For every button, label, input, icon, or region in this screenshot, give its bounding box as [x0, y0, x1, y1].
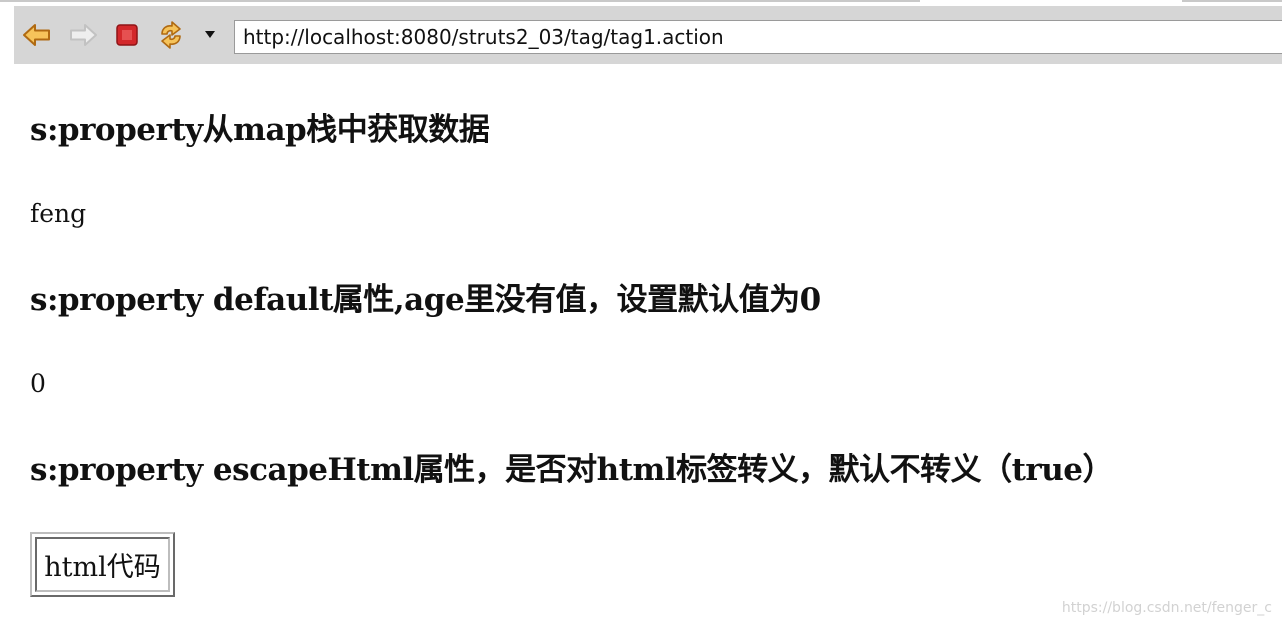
tab-strip-line: [0, 0, 920, 2]
browser-toolbar: [14, 6, 1282, 64]
forward-arrow-icon: [70, 24, 97, 46]
tab-strip-line: [1182, 0, 1282, 2]
section-heading-escape-html: s:property escapeHtml属性，是否对html标签转义，默认不转…: [30, 452, 1114, 488]
section-heading-default-attr: s:property default属性,age里没有值，设置默认值为0: [30, 282, 821, 318]
back-button[interactable]: [20, 18, 54, 52]
map-stack-value: feng: [30, 199, 87, 228]
html-code-text: html代码: [35, 537, 170, 592]
address-bar[interactable]: [234, 20, 1282, 54]
refresh-button[interactable]: [154, 18, 188, 52]
back-arrow-icon: [23, 24, 50, 46]
dropdown-triangle-icon: [205, 31, 215, 38]
refresh-menu-button[interactable]: [204, 26, 216, 44]
forward-button[interactable]: [66, 18, 100, 52]
html-code-box: html代码: [30, 532, 175, 597]
watermark: https://blog.csdn.net/fenger_c: [1061, 600, 1272, 616]
default-value: 0: [30, 369, 46, 398]
refresh-icon: [161, 21, 181, 49]
stop-button[interactable]: [110, 18, 144, 52]
section-heading-map-stack: s:property从map栈中获取数据: [30, 112, 490, 148]
stop-icon: [116, 24, 138, 46]
